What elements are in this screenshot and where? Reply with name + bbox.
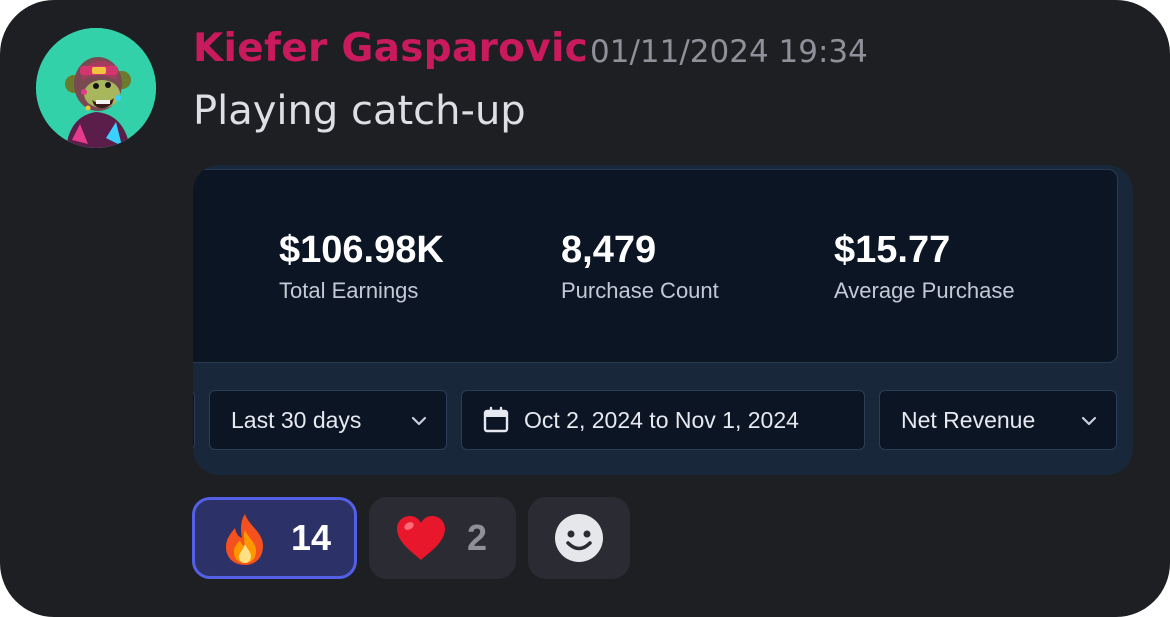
dashboard-screenshot[interactable]: $106.98K Total Earnings 8,479 Purchase C… [193, 165, 1133, 475]
metric-select-label: Net Revenue [901, 406, 1036, 433]
reaction-count: 14 [291, 517, 332, 558]
calendar-icon [483, 406, 509, 433]
date-range-label: Oct 2, 2024 to Nov 1, 2024 [524, 406, 799, 433]
stat-label: Average Purchase [834, 278, 1015, 303]
chevron-down-icon [1081, 416, 1097, 426]
smiley-icon [555, 514, 603, 562]
stat-average-purchase: $15.77 Average Purchase [834, 228, 1015, 304]
metric-select[interactable]: Net Revenue [879, 390, 1117, 450]
range-select[interactable]: Last 30 days [209, 390, 447, 450]
stat-total-earnings: $106.98K Total Earnings [279, 228, 444, 304]
stats-card: $106.98K Total Earnings 8,479 Purchase C… [193, 169, 1118, 363]
stat-label: Total Earnings [279, 278, 419, 303]
message-timestamp: 01/11/2024 19:34 [590, 34, 868, 70]
reaction-fire[interactable]: 14 [192, 497, 357, 579]
stat-value: $15.77 [834, 229, 951, 271]
stat-value: 8,479 [561, 229, 657, 271]
stat-value: $106.98K [279, 229, 444, 271]
date-range-picker[interactable]: Oct 2, 2024 to Nov 1, 2024 [461, 390, 865, 450]
message-text: Playing catch-up [193, 88, 526, 134]
add-reaction-button[interactable] [528, 497, 630, 579]
stat-label: Purchase Count [561, 278, 719, 303]
reaction-heart[interactable]: 2 [369, 497, 516, 579]
stat-purchase-count: 8,479 Purchase Count [561, 228, 719, 304]
truncated-control [193, 390, 195, 450]
ape-avatar-icon[interactable] [36, 28, 156, 148]
reaction-count: 2 [467, 517, 488, 558]
heart-icon [397, 516, 445, 560]
fire-icon [226, 514, 263, 565]
chevron-down-icon [411, 416, 427, 426]
message-author[interactable]: Kiefer Gasparovic [193, 26, 588, 71]
chat-message: Kiefer Gasparovic 01/11/2024 19:34 Playi… [0, 0, 1170, 617]
range-select-label: Last 30 days [231, 406, 362, 433]
